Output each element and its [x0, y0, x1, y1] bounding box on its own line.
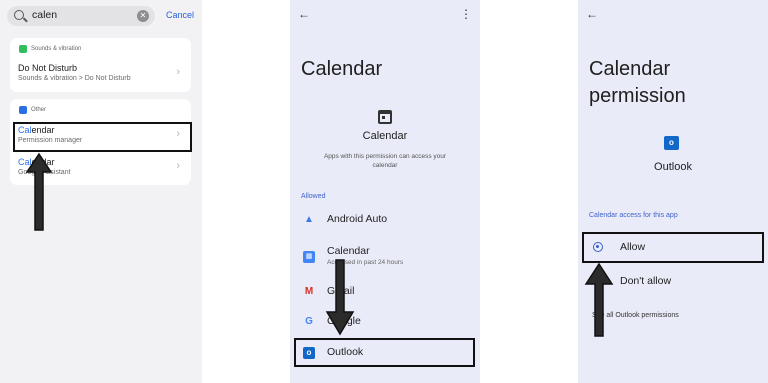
other-icon	[19, 106, 27, 114]
permission-name: Calendar	[362, 130, 408, 142]
calendar-icon	[378, 110, 392, 124]
search-query[interactable]: calen	[32, 9, 57, 21]
outlook-icon: o	[664, 136, 679, 150]
more-options-icon[interactable]: ⋮	[460, 7, 472, 21]
highlight-box	[13, 122, 192, 152]
android-auto-icon: ▲	[304, 214, 314, 225]
section-label: Other	[31, 107, 47, 113]
page-title: Calendar	[301, 58, 383, 80]
result-title: Do Not Disturb	[18, 63, 78, 73]
page-title: Calendar permission	[589, 58, 686, 107]
highlight-box	[294, 338, 475, 367]
highlight-box	[582, 232, 764, 263]
google-calendar-icon: ▦	[303, 251, 315, 263]
option-label: Don't allow	[620, 275, 672, 287]
access-section-label: Calendar access for this app	[589, 212, 678, 219]
gmail-icon: M	[304, 286, 314, 297]
sounds-vibration-icon	[19, 45, 27, 53]
back-arrow-icon[interactable]: ←	[298, 7, 310, 21]
up-arrow-annotation	[25, 152, 53, 231]
chevron-right-icon: ›	[176, 160, 180, 172]
up-arrow-annotation	[584, 262, 614, 337]
result-group-sounds: Sounds & vibration Do Not Disturb Sounds…	[10, 38, 191, 92]
search-field[interactable]: calen ✕	[7, 6, 155, 26]
search-icon	[14, 10, 24, 20]
app-name: Android Auto	[327, 213, 388, 225]
app-name: Calendar	[327, 245, 370, 257]
clear-icon[interactable]: ✕	[137, 10, 149, 22]
permission-description: Apps with this permission can access you…	[323, 153, 447, 169]
cancel-button[interactable]: Cancel	[166, 10, 194, 20]
google-icon: G	[305, 316, 313, 327]
down-arrow-annotation	[325, 259, 355, 336]
allowed-section-label: Allowed	[301, 193, 326, 200]
section-label: Sounds & vibration	[31, 46, 82, 52]
chevron-right-icon: ›	[176, 66, 180, 78]
result-subtitle: Sounds & vibration > Do Not Disturb	[18, 75, 131, 82]
back-arrow-icon[interactable]: ←	[586, 7, 598, 21]
app-name: Outlook	[654, 161, 692, 173]
calendar-permission-list-panel: ← ⋮ Calendar Calendar Apps with this per…	[290, 0, 480, 383]
